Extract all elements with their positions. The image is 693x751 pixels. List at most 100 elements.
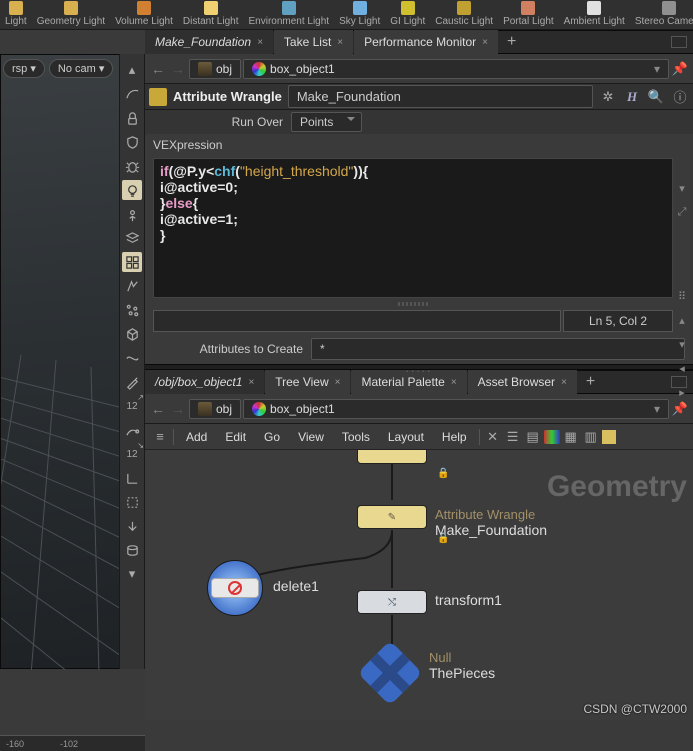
node-wrangle[interactable]: ✎ Attribute Wrangle Make_Foundation 🔒 (357, 505, 427, 529)
crumb-node[interactable]: box_object1▾ (243, 399, 669, 419)
expand-editor-icon[interactable]: ⤢ (674, 204, 690, 220)
add-tab-icon[interactable]: + (499, 33, 524, 51)
stow-icon[interactable] (671, 36, 687, 48)
close-icon[interactable]: × (335, 377, 341, 388)
grip-icon[interactable]: ⠿ (674, 288, 690, 304)
note-icon[interactable] (602, 430, 616, 444)
menu-tools[interactable]: Tools (334, 427, 378, 447)
tab-make-foundation[interactable]: Make_Foundation× (145, 30, 273, 54)
scroll-up-icon[interactable]: ▴ (674, 312, 690, 328)
treeview-icon[interactable]: ☰ (504, 428, 522, 446)
tool-axes-icon[interactable] (122, 468, 142, 488)
tab-take-list[interactable]: Take List× (274, 30, 353, 54)
close-icon[interactable]: × (337, 37, 343, 48)
list-icon[interactable]: ≡ (151, 428, 169, 446)
shelf-stereo-camera[interactable]: Stereo Camera (630, 0, 693, 29)
run-over-select[interactable]: Points (291, 112, 362, 132)
forward-icon[interactable]: → (169, 400, 187, 418)
attr-create-field[interactable] (311, 338, 685, 360)
tool-12-down-icon[interactable]: 12↘ (122, 444, 142, 464)
crumb-obj[interactable]: obj (189, 59, 241, 79)
shelf-distant-light[interactable]: Distant Light (178, 0, 244, 29)
palette-icon[interactable] (544, 430, 560, 444)
pin-icon[interactable]: 📌 (671, 60, 689, 78)
scroll-down-icon[interactable]: ▾ (674, 336, 690, 352)
tool-brush-icon[interactable] (122, 372, 142, 392)
listmode-icon[interactable]: ▤ (524, 428, 542, 446)
tab-box-object[interactable]: /obj/box_object1× (145, 370, 264, 394)
search-icon[interactable]: 🔍 (647, 88, 665, 106)
close-icon[interactable]: × (248, 377, 254, 388)
sheet-icon[interactable]: ▥ (582, 428, 600, 446)
tool-down-icon[interactable]: ▾ (122, 564, 142, 584)
close-icon[interactable]: × (257, 37, 263, 48)
back-icon[interactable]: ← (149, 400, 167, 418)
crumb-obj[interactable]: obj (189, 399, 241, 419)
tool-fx-icon[interactable] (122, 276, 142, 296)
h-icon[interactable]: H (623, 88, 641, 106)
shelf-portal-light[interactable]: Portal Light (498, 0, 559, 29)
next-icon[interactable]: ▸ (674, 384, 690, 400)
network-canvas[interactable]: Geometry 🔒 ✎ Attribute Wrangle Make_Foun… (145, 450, 693, 720)
menu-add[interactable]: Add (178, 427, 215, 447)
grid-icon[interactable]: ▦ (562, 428, 580, 446)
shelf-gi-light[interactable]: GI Light (385, 0, 430, 29)
tool-arrow-down-icon[interactable] (122, 516, 142, 536)
crumb-node[interactable]: box_object1▾ (243, 59, 669, 79)
shelf-light[interactable]: Light (0, 0, 32, 29)
gear-icon[interactable]: ✲ (599, 88, 617, 106)
wrench-icon[interactable]: ✕ (484, 428, 502, 446)
back-icon[interactable]: ← (149, 60, 167, 78)
menu-edit[interactable]: Edit (217, 427, 254, 447)
tool-draw-icon[interactable] (122, 420, 142, 440)
tool-lock-icon[interactable] (122, 108, 142, 128)
tool-lightbulb-icon[interactable] (122, 180, 142, 200)
persp-chip[interactable]: rsp ▾ (3, 59, 45, 78)
tool-particles-icon[interactable] (122, 300, 142, 320)
tool-layers-icon[interactable] (122, 228, 142, 248)
tab-asset-browser[interactable]: Asset Browser× (468, 370, 577, 394)
menu-view[interactable]: View (290, 427, 332, 447)
node-delete[interactable]: delete1 (207, 560, 263, 616)
shelf-ambient-light[interactable]: Ambient Light (559, 0, 630, 29)
tool-curve-icon[interactable] (122, 84, 142, 104)
tool-up-icon[interactable]: ▴ (122, 60, 142, 80)
node-transform[interactable]: ⤭ transform1 (357, 590, 427, 614)
shelf-geometry-light[interactable]: Geometry Light (32, 0, 110, 29)
tool-cube-icon[interactable] (122, 324, 142, 344)
node-input[interactable]: 🔒 (357, 450, 427, 464)
tool-reflection-icon[interactable] (122, 204, 142, 224)
pin-icon[interactable]: 📌 (671, 400, 689, 418)
menu-help[interactable]: Help (434, 427, 475, 447)
tool-bug-icon[interactable] (122, 156, 142, 176)
collapse-icon[interactable]: ▾ (674, 180, 690, 196)
tab-tree-view[interactable]: Tree View× (265, 370, 350, 394)
pane-splitter[interactable] (145, 364, 693, 370)
tool-disk-icon[interactable] (122, 540, 142, 560)
tool-shield-icon[interactable] (122, 132, 142, 152)
tool-12-up-icon[interactable]: 12↗ (122, 396, 142, 416)
viewport[interactable]: rsp ▾ No cam ▾ (0, 54, 120, 669)
prev-icon[interactable]: ◂ (674, 360, 690, 376)
menu-go[interactable]: Go (256, 427, 288, 447)
close-icon[interactable]: × (482, 37, 488, 48)
shelf-caustic-light[interactable]: Caustic Light (430, 0, 498, 29)
cam-chip[interactable]: No cam ▾ (49, 59, 114, 78)
tool-cubes-icon[interactable] (122, 252, 142, 272)
forward-icon[interactable]: → (169, 60, 187, 78)
node-name-field[interactable] (288, 85, 593, 108)
resize-grip[interactable] (153, 300, 673, 308)
vex-code-editor[interactable]: if(@P.y<chf("height_threshold")){ i@acti… (153, 158, 673, 298)
tab-performance-monitor[interactable]: Performance Monitor× (354, 30, 498, 54)
shelf-sky-light[interactable]: Sky Light (334, 0, 385, 29)
node-null[interactable]: Null ThePieces (367, 650, 413, 696)
info-icon[interactable]: ⓘ (671, 88, 689, 106)
menu-layout[interactable]: Layout (380, 427, 432, 447)
tool-cable-icon[interactable] (122, 348, 142, 368)
add-tab-icon[interactable]: + (578, 373, 603, 391)
shelf-environment-light[interactable]: Environment Light (243, 0, 334, 29)
shelf-volume-light[interactable]: Volume Light (110, 0, 178, 29)
close-icon[interactable]: × (561, 377, 567, 388)
close-icon[interactable]: × (451, 377, 457, 388)
tool-bounds-icon[interactable] (122, 492, 142, 512)
